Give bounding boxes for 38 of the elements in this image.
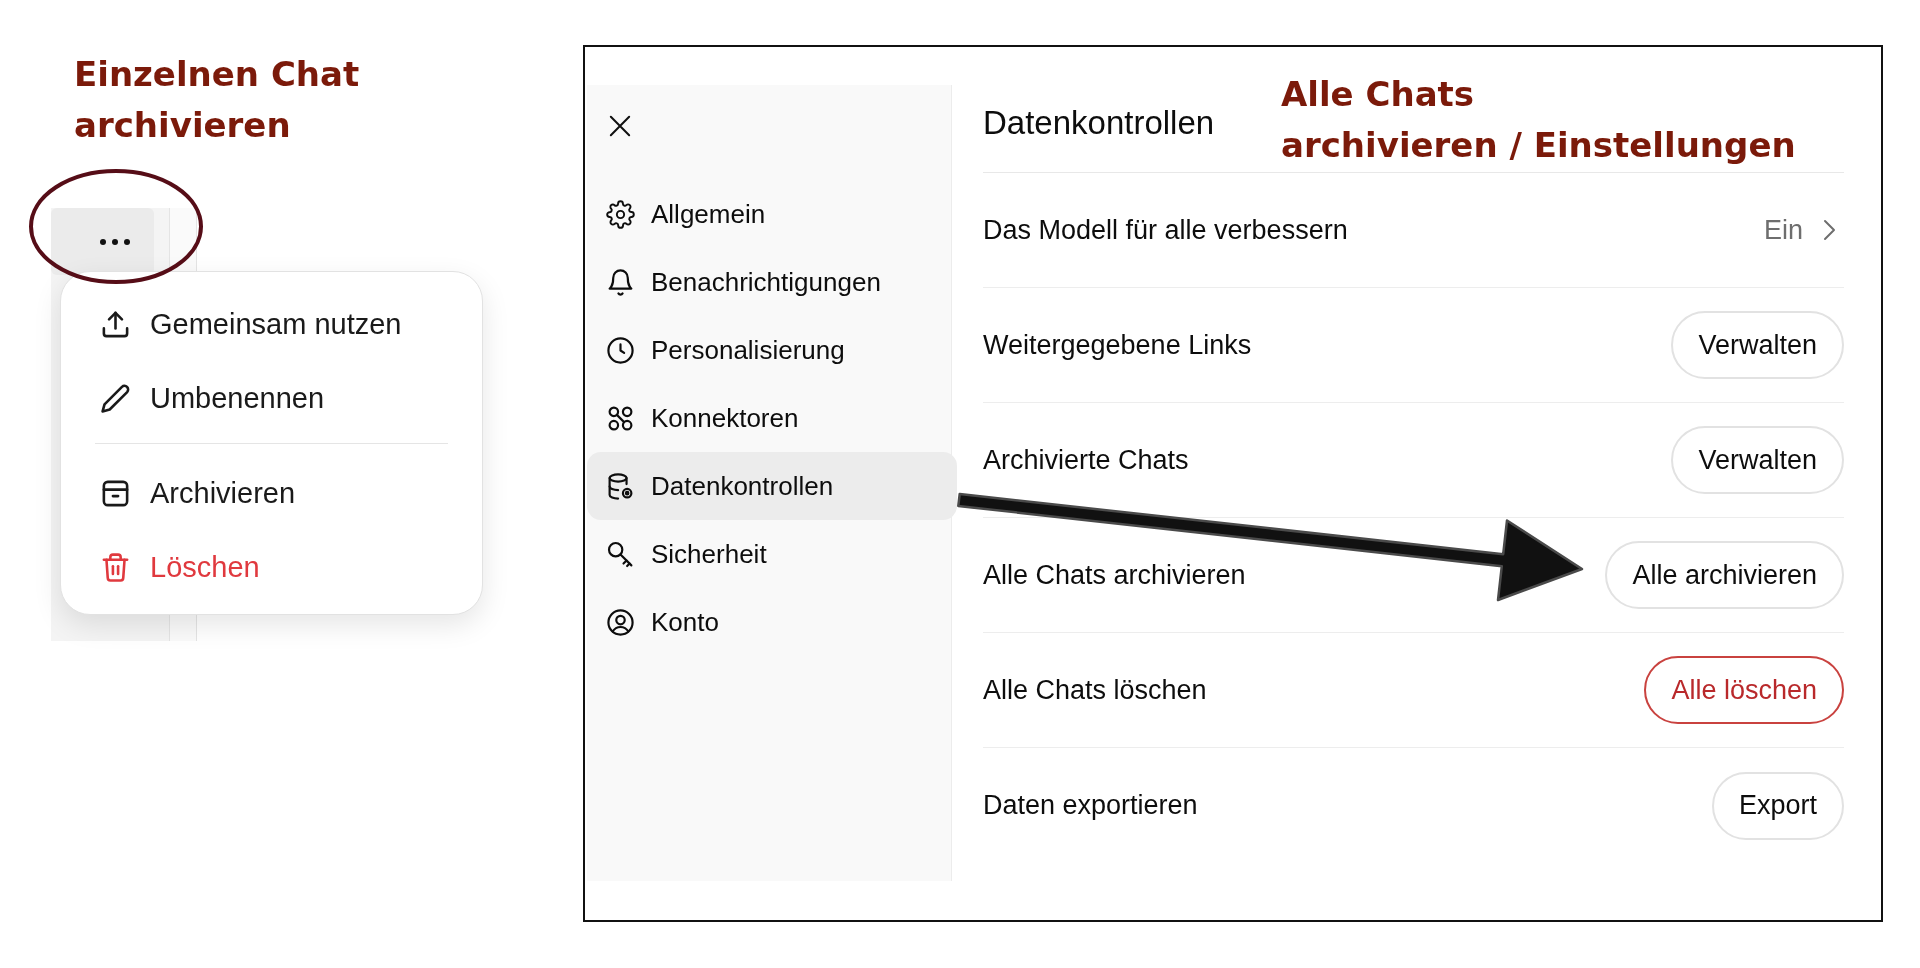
more-button[interactable] [51,208,154,275]
setting-button[interactable]: Verwalten [1671,311,1844,379]
trash-icon [100,551,131,583]
setting-button[interactable]: Verwalten [1671,426,1844,494]
clock-icon [606,335,635,365]
settings-nav-item[interactable]: Datenkontrollen [587,452,957,520]
settings-nav-item[interactable]: Benachrichtigungen [587,248,957,316]
annotation-text: Einzelnen Chat archivieren [74,53,360,147]
setting-label: Weitergegebene Links [983,329,1252,361]
bell-icon [606,267,635,297]
setting-button[interactable]: Alle archivieren [1605,541,1844,609]
setting-button[interactable]: Export [1711,771,1844,840]
setting-label: Das Modell für alle verbessern [983,214,1348,246]
annotation-text: Alle Chats archivieren / Einstellungen [1281,73,1796,167]
gear-icon [606,199,635,229]
setting-label: Alle Chats löschen [983,674,1207,706]
chevron-right-icon [1823,219,1836,241]
setting-label: Daten exportieren [983,790,1198,821]
setting-label: Archivierte Chats [983,444,1189,476]
settings-nav-item[interactable]: Konnektoren [587,384,957,452]
menu-item[interactable]: Umbenennen [61,361,482,435]
ellipsis-icon [99,238,130,245]
user-circle-icon [606,607,635,637]
database-gear-icon [606,471,635,501]
section-title: Datenkontrollen [983,103,1215,142]
settings-nav-item[interactable]: Konto [587,588,957,656]
pencil-icon [100,382,131,414]
setting-button[interactable]: Alle löschen [1644,656,1844,724]
setting-value-link[interactable]: Ein [1763,214,1844,246]
menu-item[interactable]: Löschen [61,530,482,604]
key-icon [606,539,635,569]
settings-nav-item[interactable]: Sicherheit [587,520,957,588]
settings-nav-item[interactable]: Personalisierung [587,316,957,384]
setting-label: Alle Chats archivieren [983,559,1246,591]
close-icon [609,115,631,137]
menu-item[interactable]: Gemeinsam nutzen [61,287,482,361]
menu-item[interactable]: Archivieren [61,456,482,530]
settings-nav-item[interactable]: Allgemein [587,180,957,248]
